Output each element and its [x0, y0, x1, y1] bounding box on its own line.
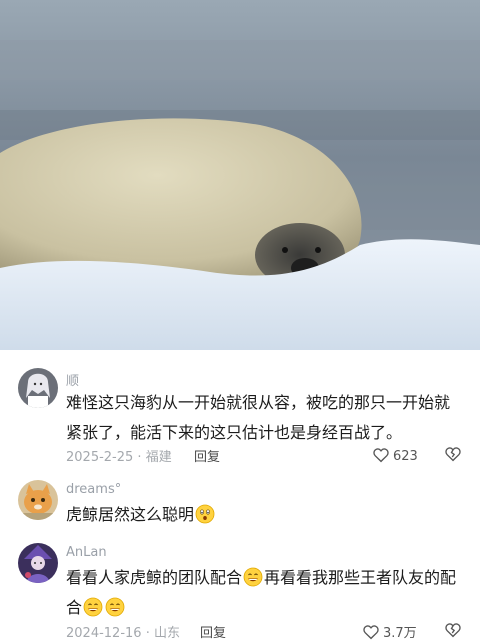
dislike-button[interactable]: [444, 621, 462, 640]
orange-cat-avatar[interactable]: [18, 480, 58, 520]
like-button[interactable]: 623: [372, 446, 418, 464]
video-frame[interactable]: [0, 0, 480, 350]
like-button[interactable]: 3.7万: [362, 622, 417, 640]
broken-heart-icon: [445, 447, 461, 462]
heart-icon: [363, 625, 379, 640]
heart-icon: [373, 448, 389, 463]
grinning-face-emoji: [243, 567, 263, 587]
comment-text: 看看人家虎鲸的团队配合 再看看我那些王者队友的配 合: [66, 563, 466, 623]
comment-meta: 2025-2-25 · 福建 回复 623: [66, 446, 464, 466]
reply-button[interactable]: 回复: [200, 622, 226, 640]
comment-meta: 2024-12-16 · 山东 回复 3.7万: [66, 622, 464, 640]
comment-date: 2024-12-16 · 山东: [66, 626, 180, 640]
comment-username[interactable]: 顺: [66, 370, 79, 389]
seal-image: [0, 0, 480, 350]
grinning-face-emoji: [105, 597, 125, 617]
comment-text: 虎鲸居然这么聪明: [66, 500, 466, 530]
grinning-face-emoji: [83, 597, 103, 617]
broken-heart-icon: [445, 623, 461, 638]
comment-text-line: 紧张了，能活下来的这只估计也是身经百战了。: [66, 423, 403, 442]
comment-list: 顺 难怪这只海豹从一开始就很从容，被吃的那只一开始就 紧张了，能活下来的这只估计…: [0, 350, 480, 640]
anime-girl-avatar[interactable]: [18, 368, 58, 408]
surprised-face-emoji: [195, 504, 215, 524]
comment-text-line: 看看人家虎鲸的团队配合 再看看我那些王者队友的配: [66, 567, 457, 587]
purple-character-avatar[interactable]: [18, 543, 58, 583]
like-count: 3.7万: [383, 626, 417, 640]
comment-text: 难怪这只海豹从一开始就很从容，被吃的那只一开始就 紧张了，能活下来的这只估计也是…: [66, 388, 466, 448]
comment-text-line: 合: [66, 593, 466, 623]
comment-date: 2025-2-25 · 福建: [66, 450, 172, 465]
like-count: 623: [393, 449, 418, 464]
dislike-button[interactable]: [444, 445, 462, 467]
comment-text-line: 难怪这只海豹从一开始就很从容，被吃的那只一开始就: [66, 393, 451, 412]
comment-username[interactable]: dreams°: [66, 482, 121, 497]
reply-button[interactable]: 回复: [194, 446, 220, 465]
comment-username[interactable]: AnLan: [66, 545, 107, 560]
